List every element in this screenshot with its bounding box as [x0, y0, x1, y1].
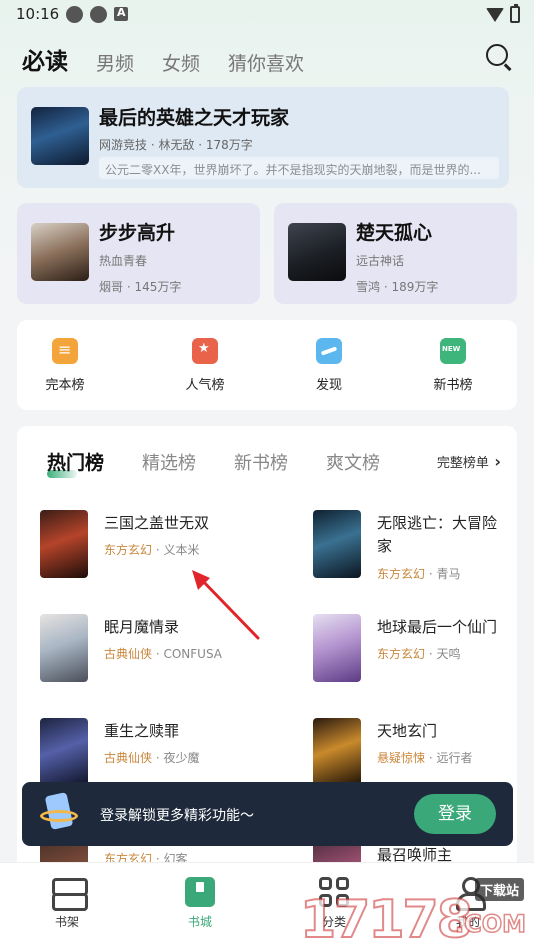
- tab-cool-list[interactable]: 爽文榜: [326, 449, 380, 475]
- book-card[interactable]: 步步高升 热血青春 烟哥 · 145万字: [17, 203, 260, 304]
- top-tab-bar: 必读 男频 女频 猜你喜欢: [22, 42, 332, 76]
- book-title: 天地玄门: [377, 722, 438, 740]
- shortcut-popular-list[interactable]: 人气榜: [155, 338, 255, 393]
- annotation-arrow-icon: [192, 570, 260, 640]
- nav-label: 书城: [187, 915, 212, 929]
- book-author: 雪鸿 · 189万字: [356, 280, 439, 294]
- discover-icon: [316, 338, 342, 364]
- featured-book-description: 公元二零XX年，世界崩坏了。并不是指现实的天崩地裂，而是世界的...: [99, 157, 499, 179]
- nav-bookshelf[interactable]: 书架: [27, 877, 107, 930]
- book-card[interactable]: 楚天孤心 远古神话 雪鸿 · 189万字: [274, 203, 517, 304]
- tab-recommend[interactable]: 猜你喜欢: [228, 49, 304, 76]
- tab-must-read[interactable]: 必读: [22, 42, 68, 76]
- finished-list-icon: [52, 338, 78, 364]
- book-meta: 东方玄幻 · 青马: [377, 567, 461, 581]
- book-meta: 古典仙侠 · 夜少魔: [104, 751, 200, 765]
- book-title: 步步高升: [99, 222, 176, 244]
- login-banner: 登录解锁更多精彩功能～ 登录: [22, 782, 513, 846]
- book-cover: [313, 510, 361, 578]
- book-cover: [31, 107, 89, 165]
- shortcut-row: 完本榜 人气榜 发现 新书榜: [17, 320, 517, 410]
- tab-hot-list[interactable]: 热门榜: [47, 448, 104, 478]
- shortcut-new-book-list[interactable]: 新书榜: [403, 338, 503, 393]
- tab-female[interactable]: 女频: [162, 49, 200, 76]
- bookshelf-icon: [52, 877, 88, 911]
- nav-label: 书架: [54, 915, 79, 929]
- app-notification-icon: [90, 6, 107, 23]
- text-notification-icon: [114, 6, 128, 21]
- list-item[interactable]: 地球最后一个仙门 东方玄幻 · 天鸣: [313, 614, 534, 694]
- book-title: 三国之盖世无双: [104, 514, 210, 532]
- nav-bookstore[interactable]: 书城: [160, 877, 240, 930]
- list-item[interactable]: 无限逃亡：大冒险家 东方玄幻 · 青马: [313, 510, 534, 590]
- book-title: 重生之赎罪: [104, 722, 180, 740]
- book-meta: 东方玄幻 · 天鸣: [377, 647, 461, 661]
- watermark-site: 下载站: [474, 878, 524, 901]
- shortcut-label: 发现: [315, 378, 342, 393]
- book-cover: [40, 718, 88, 786]
- book-cover: [288, 223, 346, 281]
- phone-gift-icon: [40, 792, 78, 834]
- book-author: 烟哥 · 145万字: [99, 280, 182, 294]
- book-cover: [40, 614, 88, 682]
- book-cover: [40, 510, 88, 578]
- new-book-icon: [440, 338, 466, 364]
- featured-book-title: 最后的英雄之天才玩家: [99, 107, 290, 129]
- book-cover: [313, 614, 361, 682]
- shortcut-label: 新书榜: [433, 378, 473, 393]
- book-meta: 古典仙侠 · CONFUSA: [104, 647, 223, 661]
- book-genre: 热血青春: [99, 254, 148, 268]
- book-cover: [31, 223, 89, 281]
- status-bar: 10:16: [0, 0, 534, 30]
- shortcut-discover[interactable]: 发现: [279, 338, 379, 393]
- bookstore-icon: [185, 877, 215, 907]
- app-notification-icon: [66, 6, 83, 23]
- watermark-domain: .COM: [454, 909, 527, 939]
- featured-book-card[interactable]: 最后的英雄之天才玩家 网游竞技 · 林无敌 · 178万字 公元二零XX年，世界…: [17, 87, 509, 188]
- tab-selected-list[interactable]: 精选榜: [142, 449, 196, 475]
- battery-icon: [510, 4, 520, 23]
- status-system-icons: [486, 4, 520, 23]
- status-time: 10:16: [16, 5, 60, 23]
- book-genre: 远古神话: [356, 254, 405, 268]
- book-title: 楚天孤心: [356, 222, 433, 244]
- ranking-tab-bar: 热门榜 精选榜 新书榜 爽文榜: [47, 448, 418, 478]
- shortcut-label: 人气榜: [185, 378, 225, 393]
- shortcut-label: 完本榜: [45, 378, 85, 393]
- shortcut-finished-list[interactable]: 完本榜: [15, 338, 115, 393]
- book-cover: [313, 718, 361, 786]
- watermark-number: 17178: [299, 889, 474, 950]
- login-button[interactable]: 登录: [414, 794, 496, 834]
- book-title: 无限逃亡：大冒险家: [377, 514, 498, 555]
- login-banner-text: 登录解锁更多精彩功能～: [100, 808, 254, 824]
- book-title: 地球最后一个仙门: [377, 618, 498, 636]
- full-list-link[interactable]: 完整榜单: [437, 452, 501, 471]
- book-meta: 东方玄幻 · 义本米: [104, 543, 200, 557]
- book-meta: 悬疑惊悚 · 远行者: [377, 751, 473, 765]
- search-icon[interactable]: [486, 44, 514, 72]
- trophy-icon: [192, 338, 218, 364]
- status-notification-icons: [66, 6, 128, 23]
- wifi-icon: [486, 7, 504, 22]
- featured-book-meta: 网游竞技 · 林无敌 · 178万字: [99, 138, 253, 152]
- tab-new-list[interactable]: 新书榜: [234, 449, 288, 475]
- watermark-logo: 17178 下载站 .COM: [299, 876, 530, 950]
- tab-male[interactable]: 男频: [96, 49, 134, 76]
